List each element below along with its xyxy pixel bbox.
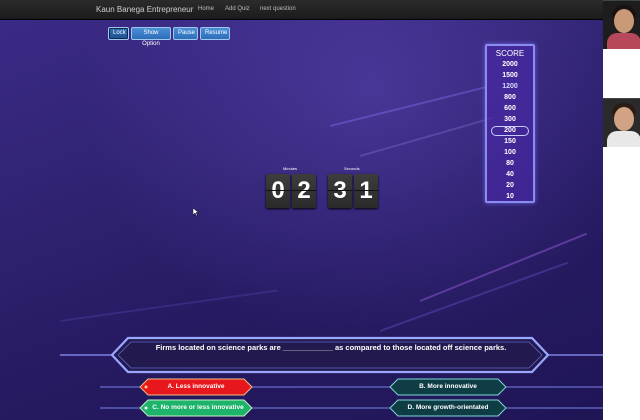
option-c-button[interactable]: C. No more or less innovative [148,404,248,411]
option-b-button[interactable]: B. More innovative [398,383,498,390]
question-frame [60,336,603,417]
question-text: Firms located on science parks are _____… [155,343,507,352]
option-a-button[interactable]: A. Less innovative [148,383,244,390]
option-d-button[interactable]: D. More growth-orientated [398,404,498,411]
